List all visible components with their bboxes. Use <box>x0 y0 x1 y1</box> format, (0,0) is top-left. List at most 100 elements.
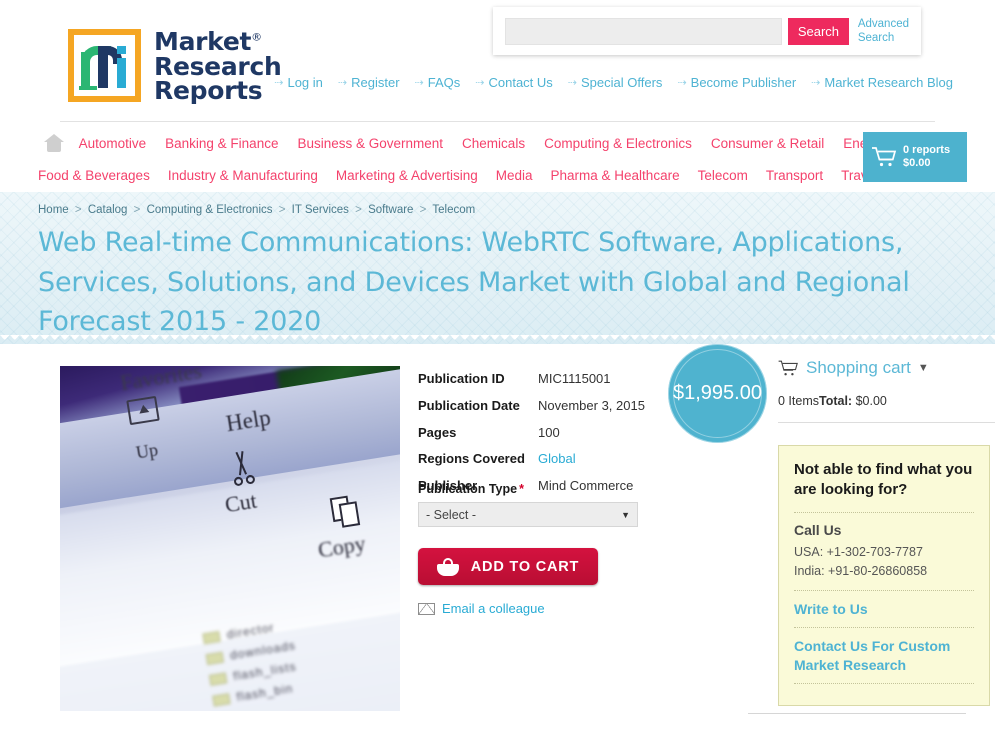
breadcrumb-separator-icon: > <box>419 204 427 216</box>
sidebar-cart-header[interactable]: Shopping cart ▼ <box>778 344 995 378</box>
logo-line-3: Reports <box>154 76 263 105</box>
detail-value-publication-date: November 3, 2015 <box>538 397 645 413</box>
sidebar-cart-summary: 0 ItemsTotal: $0.00 <box>778 394 995 408</box>
search-panel: Search Advanced Search <box>493 7 921 55</box>
breadcrumb-software[interactable]: Software <box>368 204 413 216</box>
price-badge: $1,995.00 <box>668 344 767 443</box>
breadcrumb-separator-icon: > <box>355 204 362 216</box>
detail-value-regions-covered[interactable]: Global <box>538 451 576 466</box>
nav-item-food-beverages[interactable]: Food & Beverages <box>38 168 150 183</box>
shopping-cart-icon <box>778 360 798 377</box>
scissors-icon <box>228 449 259 487</box>
category-nav-row-2: Food & Beverages Industry & Manufacturin… <box>38 159 965 191</box>
product-image: Favorites Help Up Cut Copy director down… <box>60 366 400 711</box>
top-link-register[interactable]: Register <box>351 75 399 90</box>
detail-row: Regions Covered Global <box>418 446 645 473</box>
help-box-call-us-label: Call Us <box>794 521 842 538</box>
required-marker-icon: * <box>519 482 524 496</box>
detail-key-pages: Pages <box>418 424 457 440</box>
chevron-down-icon: ▼ <box>621 509 630 520</box>
arrow-icon: ⇢ <box>274 77 284 89</box>
basket-icon <box>436 557 459 576</box>
header-cart-count: 0 reports <box>903 144 951 157</box>
detail-key-publication-date: Publication Date <box>418 397 520 413</box>
arrow-icon: ⇢ <box>811 77 821 89</box>
search-input[interactable] <box>505 17 783 45</box>
help-box-heading: Not able to find what you are looking fo… <box>794 461 973 499</box>
main-content: Favorites Help Up Cut Copy director down… <box>0 344 995 711</box>
page-title: Web Real-time Communications: WebRTC Sof… <box>38 227 910 338</box>
advanced-search-link[interactable]: Advanced Search <box>858 17 909 45</box>
arrow-icon: ⇢ <box>475 77 485 89</box>
banner-zigzag-edge <box>0 335 995 344</box>
top-link-market-research-blog[interactable]: Market Research Blog <box>824 75 953 90</box>
top-link-become-publisher[interactable]: Become Publisher <box>691 75 797 90</box>
help-box-separator <box>794 682 974 684</box>
detail-value-publication-id: MIC1115001 <box>538 371 611 386</box>
breadcrumb-home[interactable]: Home <box>38 204 69 216</box>
logo-wordmark: Market® Research Reports <box>154 28 282 105</box>
detail-value-pages: 100 <box>538 424 560 440</box>
top-link-login[interactable]: Log in <box>287 75 322 90</box>
add-to-cart-button[interactable]: ADD TO CART <box>418 548 598 585</box>
nav-item-telecom[interactable]: Telecom <box>698 168 748 183</box>
shopping-cart-icon <box>871 146 897 168</box>
title-banner: Home > Catalog > Computing & Electronics… <box>0 192 995 344</box>
sidebar-cart-total-label: Total: <box>819 394 853 408</box>
copy-pages-icon <box>329 494 363 530</box>
image-file-item: downloads <box>228 638 297 663</box>
category-nav: Automotive Banking & Finance Business & … <box>0 122 995 192</box>
envelope-icon <box>418 602 435 615</box>
top-link-contact-us[interactable]: Contact Us <box>488 75 552 90</box>
home-icon[interactable] <box>44 134 64 152</box>
detail-row: Publication Date November 3, 2015 <box>418 393 645 420</box>
nav-item-chemicals[interactable]: Chemicals <box>462 136 525 151</box>
help-box-custom-research-link[interactable]: Contact Us For Custom Market Research <box>794 637 974 673</box>
nav-item-consumer-retail[interactable]: Consumer & Retail <box>711 136 824 151</box>
breadcrumb-computing-electronics[interactable]: Computing & Electronics <box>147 204 273 216</box>
publication-type-label: Publication Type * <box>418 482 658 496</box>
purchase-form: Publication Type * - Select - ▼ ADD TO CA… <box>418 482 658 616</box>
image-file-item: flash_bin <box>235 681 295 704</box>
breadcrumb: Home > Catalog > Computing & Electronics… <box>38 192 965 216</box>
nav-item-media[interactable]: Media <box>496 168 533 183</box>
detail-key-regions-covered: Regions Covered <box>418 451 525 467</box>
nav-item-marketing-advertising[interactable]: Marketing & Advertising <box>336 168 478 183</box>
detail-row: Pages 100 <box>418 420 645 447</box>
header-cart-total: $0.00 <box>903 157 931 169</box>
breadcrumb-separator-icon: > <box>133 204 141 216</box>
help-box-separator <box>794 627 974 629</box>
breadcrumb-separator-icon: > <box>278 204 286 216</box>
chevron-down-icon[interactable]: ▼ <box>918 362 929 374</box>
advanced-search-line-2: Search <box>857 32 895 44</box>
nav-item-industry-manufacturing[interactable]: Industry & Manufacturing <box>168 168 318 183</box>
publication-type-selected-value: - Select - <box>426 507 477 522</box>
nav-item-transport[interactable]: Transport <box>766 168 823 183</box>
top-links: ⇢ Log in ⇢ Register ⇢ FAQs ⇢ Contact Us … <box>265 75 959 90</box>
nav-item-business-government[interactable]: Business & Government <box>297 136 443 151</box>
help-box-separator <box>794 511 974 513</box>
publication-type-select[interactable]: - Select - ▼ <box>418 502 638 527</box>
arrow-icon: ⇢ <box>677 77 687 89</box>
nav-item-computing-electronics[interactable]: Computing & Electronics <box>544 136 692 151</box>
sidebar-cart-items: 0 Items <box>778 394 819 408</box>
help-box-custom-research-line-2: Market Research <box>794 656 907 673</box>
breadcrumb-telecom[interactable]: Telecom <box>432 204 475 216</box>
sidebar-divider <box>778 422 995 423</box>
email-colleague-link[interactable]: Email a colleague <box>442 601 545 616</box>
search-button[interactable]: Search <box>788 17 849 45</box>
category-nav-row-1: Automotive Banking & Finance Business & … <box>38 127 965 159</box>
detail-row: Publication ID MIC1115001 <box>418 366 645 393</box>
site-logo[interactable]: Market® Research Reports <box>68 28 282 105</box>
nav-item-banking-finance[interactable]: Banking & Finance <box>165 136 278 151</box>
nav-item-automotive[interactable]: Automotive <box>79 136 147 151</box>
nav-item-pharma-healthcare[interactable]: Pharma & Healthcare <box>551 168 680 183</box>
logo-mark-icon <box>68 29 141 103</box>
help-box-write-to-us-link[interactable]: Write to Us <box>794 600 974 618</box>
breadcrumb-it-services[interactable]: IT Services <box>292 204 349 216</box>
breadcrumb-catalog[interactable]: Catalog <box>88 204 128 216</box>
top-link-special-offers[interactable]: Special Offers <box>581 75 662 90</box>
top-link-faqs[interactable]: FAQs <box>428 75 461 90</box>
add-to-cart-label: ADD TO CART <box>470 558 580 575</box>
header-cart-button[interactable]: 0 reports $0.00 <box>863 132 967 182</box>
